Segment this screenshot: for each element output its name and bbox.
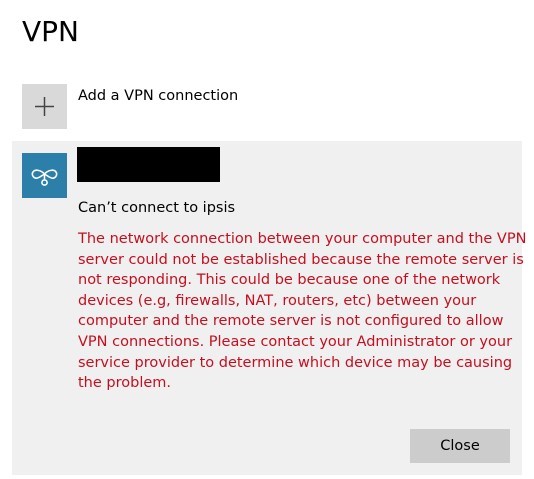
vpn-settings-page: VPN Add a VPN connection Can’t connect t… bbox=[0, 0, 534, 479]
plus-icon bbox=[22, 84, 67, 129]
error-line: The network connection between your comp… bbox=[78, 231, 527, 247]
error-line: devices (e.g, firewalls, NAT, routers, e… bbox=[78, 292, 477, 309]
add-vpn-connection-label: Add a VPN connection bbox=[78, 88, 239, 104]
vpn-connection-icon bbox=[22, 153, 67, 198]
error-line: computer and the remote server is not co… bbox=[78, 313, 504, 330]
error-line: server could not be established because … bbox=[78, 251, 524, 268]
error-line: the problem. bbox=[78, 375, 172, 392]
error-line: not responding. This could be because on… bbox=[78, 272, 501, 289]
add-vpn-connection-button[interactable]: Add a VPN connection bbox=[22, 84, 502, 132]
error-line: VPN connections. Please contact your Adm… bbox=[78, 333, 513, 350]
close-button[interactable]: Close bbox=[410, 429, 510, 463]
connection-error-message: The network connection between your comp… bbox=[78, 229, 527, 394]
page-title: VPN bbox=[22, 15, 79, 48]
vpn-connection-item[interactable]: Can’t connect to ipsis The network conne… bbox=[12, 141, 527, 475]
connection-name-redacted bbox=[77, 147, 220, 182]
connection-status: Can’t connect to ipsis bbox=[78, 200, 236, 216]
error-line: service provider to determine which devi… bbox=[78, 354, 513, 371]
